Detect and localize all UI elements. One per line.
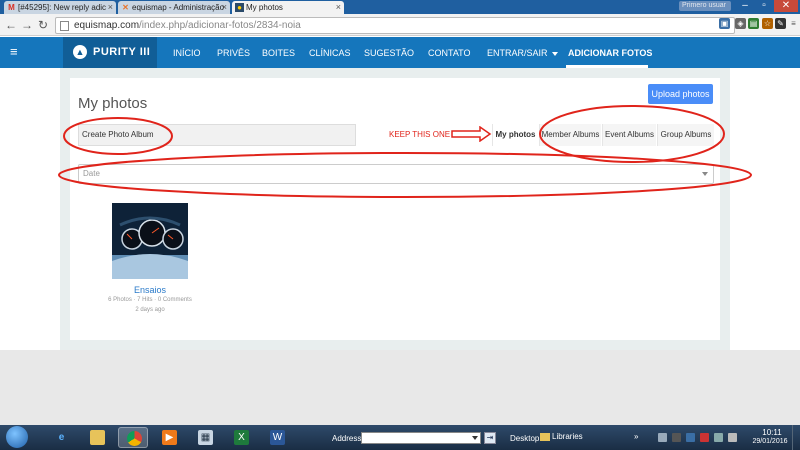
nav-item-inicio[interactable]: INÍCIO <box>173 47 201 59</box>
tab-event-albums[interactable]: Event Albums <box>602 124 656 146</box>
album-date: 2 days ago <box>135 307 165 313</box>
bookmark-star-icon[interactable]: ☆ <box>762 18 773 29</box>
tab-title: [#45295]: New reply adic <box>18 3 107 12</box>
toolbar-chevron-icon[interactable]: » <box>634 432 638 441</box>
extension-icon[interactable]: ▣ <box>719 18 730 29</box>
nav-item-sugestao[interactable]: SUGESTÃO <box>364 47 414 59</box>
site-brand[interactable]: ▲ PURITY III <box>63 37 157 68</box>
chrome-icon <box>127 431 142 446</box>
dashboard-image <box>112 203 188 279</box>
maximize-button[interactable]: ▫ <box>755 0 773 12</box>
tray-flag-icon[interactable] <box>700 433 709 442</box>
profile-chip[interactable]: Primero usuar <box>679 1 731 11</box>
nav-item-entrar-sair[interactable]: ENTRAR/SAIR <box>487 47 558 59</box>
album-card[interactable]: Ensaios 6 Photos · 7 Hits · 0 Comments 2… <box>100 203 200 313</box>
sort-select[interactable]: Date <box>78 164 714 184</box>
tab-title: My photos <box>246 3 283 12</box>
url-path: /index.php/adicionar-fotos/2834-noia <box>139 20 301 31</box>
start-button[interactable] <box>6 426 28 448</box>
annotation-note: KEEP THIS ONE <box>389 130 451 139</box>
dropdown-arrow-icon <box>472 436 478 440</box>
explorer-icon <box>90 430 105 445</box>
url-domain: equismap.com <box>74 20 140 31</box>
tab-title: equismap - Administração <box>132 3 225 12</box>
tray-keyboard-icon[interactable] <box>658 433 667 442</box>
brand-logo-icon: ▲ <box>73 45 87 59</box>
create-photo-album-button[interactable]: Create Photo Album <box>78 124 356 146</box>
nav-item-adicionar-fotos[interactable]: ADICIONAR FOTOS <box>568 47 652 59</box>
caret-down-icon <box>551 51 558 56</box>
sort-select-value: Date <box>83 169 100 178</box>
site-icon: ● <box>235 3 244 12</box>
taskbar-address-input[interactable] <box>361 432 481 444</box>
browser-tab-admin[interactable]: ✕ equismap - Administração × <box>118 1 230 14</box>
taskbar-app-media-player[interactable]: ▶ <box>154 427 184 448</box>
taskbar-address-label: Address <box>332 434 362 443</box>
url-text: equismap.com/index.php/adicionar-fotos/2… <box>74 19 301 33</box>
taskbar-app-explorer[interactable] <box>82 427 112 448</box>
excel-icon: X <box>234 430 249 445</box>
taskbar-desktop-toolbar[interactable]: Desktop <box>510 434 539 443</box>
browser-tab-gmail[interactable]: M [#45295]: New reply adic × <box>4 1 116 14</box>
page-title: My photos <box>78 95 148 112</box>
word-icon: W <box>270 430 285 445</box>
show-desktop-button[interactable] <box>792 425 800 450</box>
browser-tab-strip: M [#45295]: New reply adic × ✕ equismap … <box>0 0 800 14</box>
taskbar-app-calculator[interactable]: ▦ <box>190 427 220 448</box>
brand-name: PURITY III <box>93 46 151 58</box>
page-icon <box>60 21 69 31</box>
extension-icon[interactable]: ◈ <box>735 18 746 29</box>
calculator-icon: ▦ <box>198 430 213 445</box>
upload-photos-button[interactable]: Upload photos <box>648 84 713 104</box>
tray-volume-icon[interactable] <box>728 433 737 442</box>
nav-item-clinicas[interactable]: CLÍNICAS <box>309 47 351 59</box>
folder-icon <box>540 432 550 441</box>
dropdown-arrow-icon <box>702 172 708 176</box>
album-thumbnail[interactable] <box>112 203 188 279</box>
extension-icon[interactable]: ✎ <box>775 18 786 29</box>
tray-app-icon[interactable] <box>672 433 681 442</box>
nav-item-boites[interactable]: BOITES <box>262 47 295 59</box>
taskbar-app-word[interactable]: W <box>262 427 292 448</box>
tray-app-icon[interactable] <box>686 433 695 442</box>
close-tab-icon[interactable]: × <box>222 1 227 14</box>
reload-button[interactable]: ↻ <box>36 17 50 33</box>
extension-icon[interactable]: ▤ <box>748 18 759 29</box>
taskbar-libraries-item[interactable]: Libraries <box>540 432 583 441</box>
close-tab-icon[interactable]: × <box>336 1 341 14</box>
hamburger-menu-icon[interactable]: ≡ <box>10 45 18 59</box>
tab-group-albums[interactable]: Group Albums <box>657 124 714 146</box>
joomla-icon: ✕ <box>122 3 129 12</box>
clock-date[interactable]: 29/01/2016 <box>748 438 792 445</box>
back-button[interactable]: ← <box>4 17 18 33</box>
taskbar-app-chrome[interactable] <box>118 427 148 448</box>
clock-time[interactable]: 10:11 <box>752 428 792 437</box>
media-player-icon: ▶ <box>162 430 177 445</box>
taskbar-app-excel[interactable]: X <box>226 427 256 448</box>
close-tab-icon[interactable]: × <box>108 1 113 14</box>
address-bar[interactable]: equismap.com/index.php/adicionar-fotos/2… <box>55 17 735 34</box>
taskbar-go-button[interactable]: ⇥ <box>484 432 496 444</box>
ie-icon: e <box>58 432 65 443</box>
taskbar-app-ie[interactable]: e <box>46 427 76 448</box>
browser-toolbar: ← → ↻ equismap.com/index.php/adicionar-f… <box>0 14 800 36</box>
forward-button[interactable]: → <box>20 17 34 33</box>
minimize-button[interactable]: – <box>736 0 754 12</box>
nav-item-prives[interactable]: PRIVÊS <box>217 47 250 59</box>
tab-member-albums[interactable]: Member Albums <box>539 124 601 146</box>
close-window-button[interactable]: ✕ <box>774 0 798 12</box>
nav-item-contato[interactable]: CONTATO <box>428 47 471 59</box>
libraries-label: Libraries <box>552 432 583 441</box>
site-navbar: ≡ ▲ PURITY III INÍCIO PRIVÊS BOITES CLÍN… <box>0 37 800 68</box>
nav-item-label: ENTRAR/SAIR <box>487 48 548 58</box>
album-name-link[interactable]: Ensaios <box>100 285 200 295</box>
tray-network-icon[interactable] <box>714 433 723 442</box>
tab-my-photos[interactable]: My photos <box>492 124 538 146</box>
gmail-icon: M <box>8 3 15 12</box>
annotation-arrow-icon <box>451 126 492 142</box>
album-meta: 6 Photos · 7 Hits · 0 Comments <box>108 297 192 303</box>
page-footer-area <box>0 350 800 425</box>
menu-icon[interactable]: ≡ <box>788 18 799 29</box>
browser-tab-my-photos[interactable]: ● My photos × <box>232 1 344 14</box>
